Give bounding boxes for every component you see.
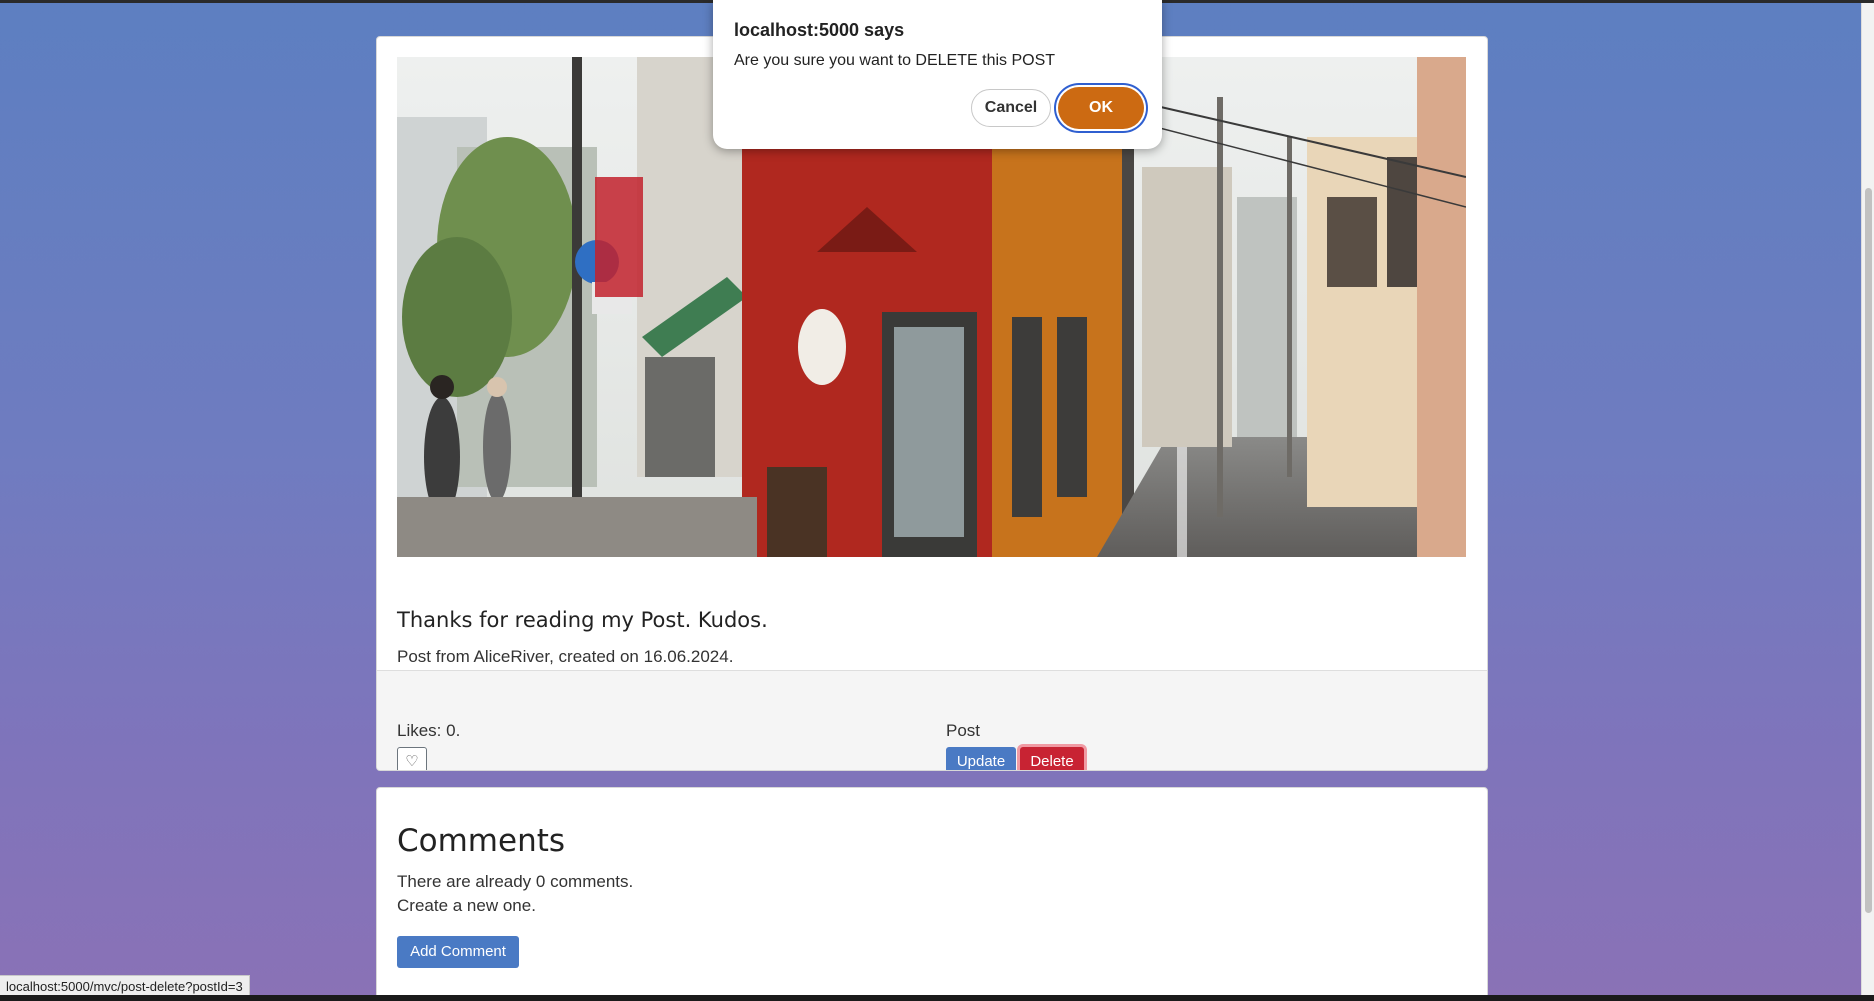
- heart-outline-icon: ♡: [405, 753, 419, 770]
- post-footer: Likes: 0. ♡ Post Update Delete: [377, 670, 1487, 770]
- browser-bottom-edge: [0, 995, 1874, 1001]
- dialog-title: localhost:5000 says: [734, 20, 905, 40]
- page-scrollbar[interactable]: [1861, 3, 1874, 995]
- dialog-message: Are you sure you want to DELETE this POS…: [734, 52, 1056, 69]
- delete-button[interactable]: Delete: [1020, 747, 1084, 770]
- ok-button[interactable]: OK: [1058, 87, 1144, 129]
- add-comment-button[interactable]: Add Comment: [397, 936, 519, 968]
- cancel-button[interactable]: Cancel: [971, 89, 1051, 127]
- likes-count: Likes: 0.: [397, 721, 461, 740]
- post-meta: Post from AliceRiver, created on 16.06.2…: [397, 647, 734, 666]
- post-actions-label: Post: [946, 721, 981, 740]
- comments-card: Comments There are already 0 comments. C…: [376, 787, 1488, 1001]
- comments-count-text: There are already 0 comments.: [397, 872, 634, 891]
- update-button[interactable]: Update: [946, 747, 1016, 770]
- post-title: Thanks for reading my Post. Kudos.: [397, 608, 768, 632]
- like-button[interactable]: ♡: [397, 747, 427, 770]
- comments-heading: Comments: [397, 823, 566, 859]
- comments-create-text: Create a new one.: [397, 896, 536, 915]
- scrollbar-thumb[interactable]: [1865, 188, 1872, 913]
- confirm-dialog: localhost:5000 says Are you sure you wan…: [713, 0, 1162, 149]
